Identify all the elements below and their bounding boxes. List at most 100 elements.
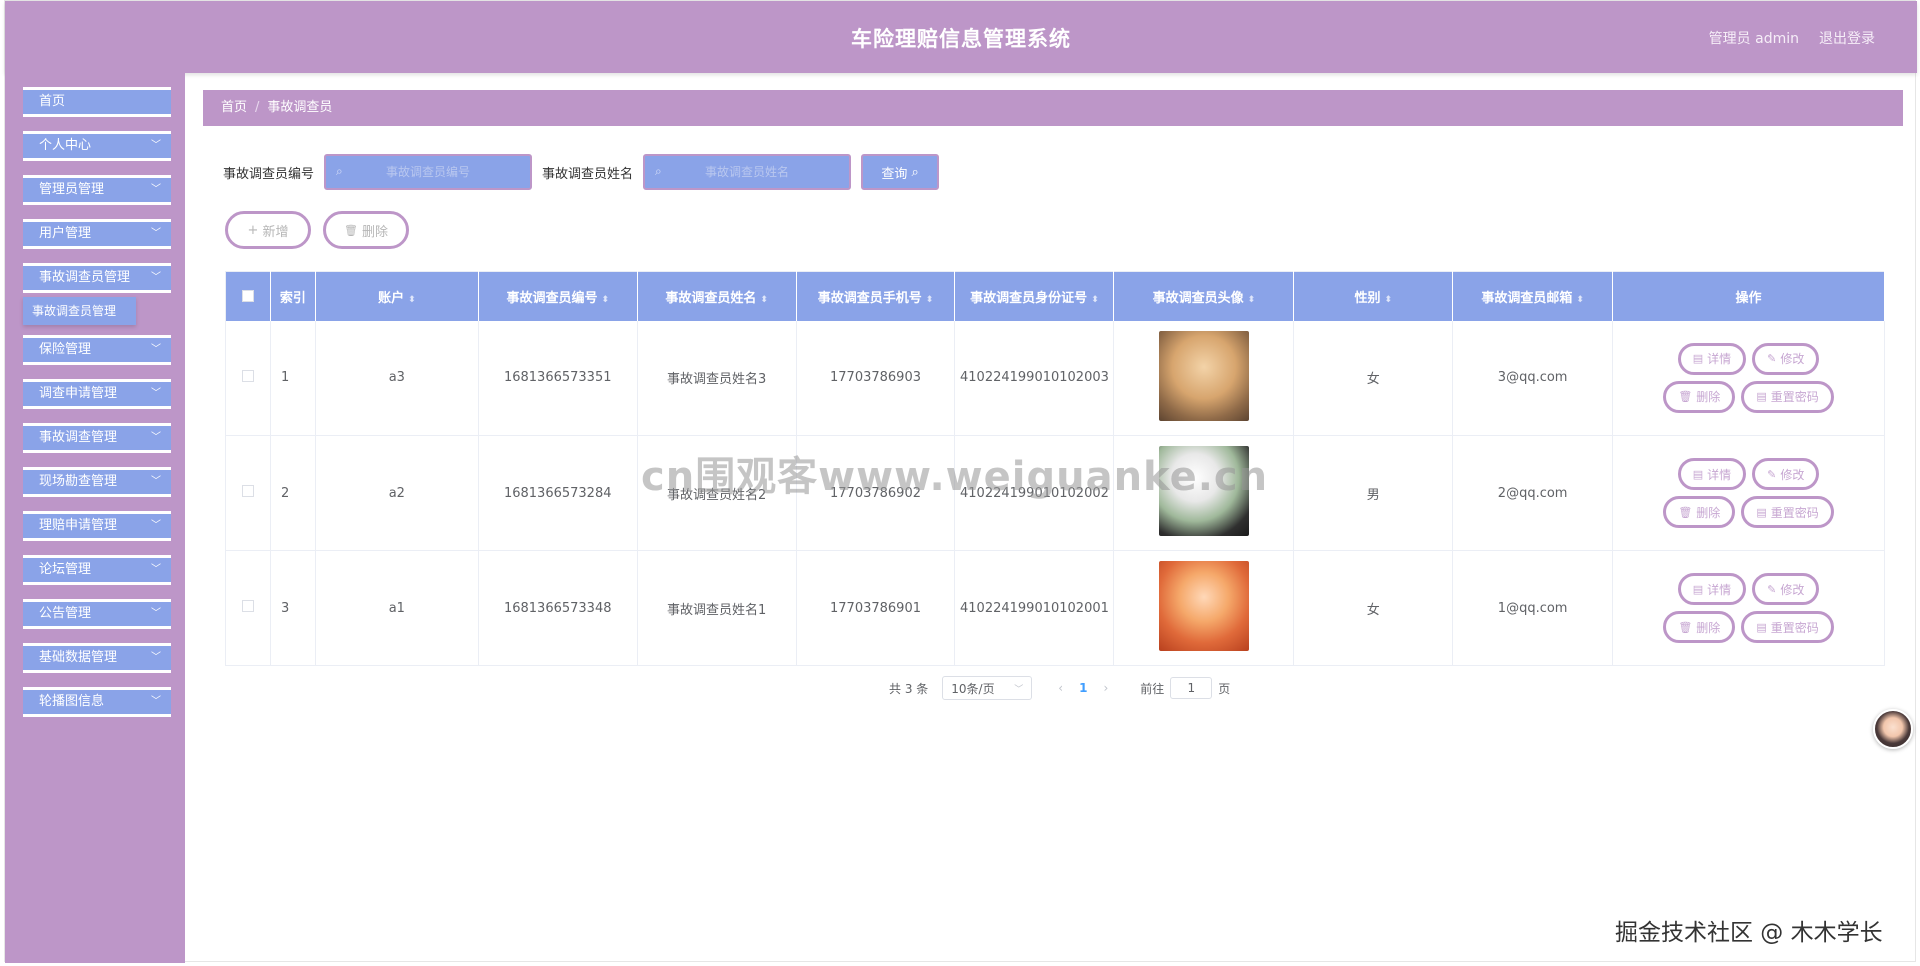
- query-button-label: 查询: [881, 166, 908, 182]
- search-name-label: 事故调查员姓名: [542, 166, 634, 182]
- current-page-number[interactable]: 1: [1079, 681, 1087, 695]
- sort-icon[interactable]: ⬍: [1576, 295, 1584, 305]
- sidebar-item-forum[interactable]: 论坛管理 ﹀: [23, 555, 171, 585]
- sidebar-item-notices[interactable]: 公告管理 ﹀: [23, 599, 171, 629]
- sidebar-item-profile[interactable]: 个人中心 ﹀: [23, 131, 171, 161]
- row-select-cell[interactable]: [225, 435, 271, 551]
- sidebar-item-accident-surveys[interactable]: 事故调查管理 ﹀: [23, 423, 171, 453]
- chevron-down-icon: ﹀: [151, 272, 161, 283]
- row-checkbox[interactable]: [241, 600, 254, 612]
- sidebar-item-label: 论坛管理: [39, 562, 92, 577]
- sidebar-item-site-inspections[interactable]: 现场勘查管理 ﹀: [23, 467, 171, 497]
- delete-button[interactable]: 🗑 删除: [1663, 496, 1736, 528]
- sort-icon[interactable]: ⬍: [1091, 295, 1099, 305]
- current-user: 管理员 admin: [1708, 31, 1799, 47]
- row-checkbox[interactable]: [241, 485, 254, 497]
- detail-button[interactable]: ▤ 详情: [1677, 342, 1747, 375]
- avatar-cell: [1113, 320, 1295, 436]
- table-header-row: 索引 账户 ⬍ 事故调查员编号 ⬍ 事故调查员姓名 ⬍ 事故调查员手机号 ⬍ 事故调查员…: [225, 271, 1885, 321]
- reset-password-button[interactable]: ▤ 重置密码: [1741, 496, 1834, 528]
- sidebar-item-base-data[interactable]: 基础数据管理 ﹀: [23, 643, 171, 673]
- next-page-button[interactable]: ›: [1103, 681, 1108, 695]
- search-icon: ⌕: [911, 164, 919, 180]
- bulk-delete-button[interactable]: 🗑 删除: [323, 211, 409, 249]
- search-id-input[interactable]: [326, 156, 531, 188]
- sort-icon[interactable]: ⬍: [601, 295, 609, 305]
- sort-icon[interactable]: ⬍: [408, 295, 416, 305]
- chevron-down-icon: ﹀: [151, 520, 161, 531]
- sidebar-item-carousel[interactable]: 轮播图信息 ﹀: [23, 687, 171, 717]
- column-header[interactable]: 事故调查员编号 ⬍: [478, 271, 638, 321]
- sidebar-item-admins[interactable]: 管理员管理 ﹀: [23, 175, 171, 205]
- column-header[interactable]: 事故调查员手机号 ⬍: [796, 271, 956, 321]
- prev-page-button[interactable]: ‹: [1058, 681, 1063, 695]
- sidebar-item-label: 首页: [39, 94, 66, 109]
- select-all-checkbox[interactable]: [241, 290, 254, 303]
- email-cell: 1@qq.com: [1452, 550, 1614, 666]
- logout-link[interactable]: 退出登录: [1819, 28, 1875, 48]
- detail-button[interactable]: ▤ 详情: [1677, 458, 1747, 490]
- sort-icon[interactable]: ⬍: [1385, 295, 1393, 305]
- plus-icon: +: [247, 222, 259, 238]
- app-title: 车险理赔信息管理系统: [851, 27, 1071, 51]
- sidebar-item-survey-requests[interactable]: 调查申请管理 ﹀: [23, 379, 171, 409]
- query-button[interactable]: 查询 ⌕: [861, 154, 940, 190]
- delete-button[interactable]: 🗑 删除: [1663, 380, 1736, 413]
- breadcrumb-home[interactable]: 首页: [221, 100, 247, 115]
- column-header[interactable]: 事故调查员头像 ⬍: [1113, 271, 1295, 321]
- chevron-down-icon: ﹀: [151, 344, 161, 355]
- page-size-select[interactable]: 10条/页 ﹀: [942, 676, 1033, 700]
- sort-icon[interactable]: ⬍: [760, 295, 768, 305]
- sidebar-item-claims[interactable]: 理赔申请管理 ﹀: [23, 511, 171, 541]
- submenu-item-investigators[interactable]: 事故调查员管理: [23, 297, 136, 325]
- sidebar-item-label: 保险管理: [39, 342, 92, 357]
- number-cell: 1681366573351: [478, 320, 638, 436]
- column-header[interactable]: 账户 ⬍: [315, 271, 479, 321]
- avatar-cell: [1113, 435, 1295, 551]
- row-select-cell[interactable]: [225, 550, 271, 666]
- column-header[interactable]: 事故调查员身份证号 ⬍: [954, 271, 1115, 321]
- search-id-label: 事故调查员编号: [223, 166, 315, 182]
- document-icon: ▤: [1756, 505, 1767, 519]
- avatar[interactable]: [1158, 446, 1249, 536]
- avatar[interactable]: [1158, 330, 1249, 421]
- sidebar-item-insurance[interactable]: 保险管理 ﹀: [23, 335, 171, 365]
- document-icon: ▤: [1692, 582, 1704, 596]
- document-icon: ▤: [1692, 467, 1704, 481]
- index-cell: 1: [270, 320, 316, 436]
- edit-button[interactable]: ✎ 修改: [1752, 458, 1820, 490]
- trash-icon: 🗑: [1678, 390, 1693, 404]
- reset-password-button[interactable]: ▤ 重置密码: [1741, 380, 1834, 413]
- sidebar-item-users[interactable]: 用户管理 ﹀: [23, 219, 171, 249]
- row-select-cell[interactable]: [225, 320, 271, 436]
- edit-button[interactable]: ✎ 修改: [1752, 573, 1820, 605]
- gender-cell: 女: [1293, 320, 1454, 436]
- number-cell: 1681366573348: [478, 550, 638, 666]
- delete-button[interactable]: 🗑 删除: [1663, 611, 1736, 643]
- sidebar-item-label: 理赔申请管理: [39, 518, 118, 533]
- watermark-corner: 掘金技术社区 @ 木木学长: [1615, 920, 1883, 946]
- sidebar-item-home[interactable]: 首页: [23, 87, 171, 117]
- sidebar-menu: 首页 个人中心 ﹀ 管理员管理 ﹀ 用户管理 ﹀ 事故调查员管理 ﹀ 事故调查员管理 保…: [23, 87, 171, 731]
- detail-button[interactable]: ▤ 详情: [1677, 573, 1747, 605]
- column-header[interactable]: 事故调查员姓名 ⬍: [637, 271, 797, 321]
- assistant-avatar[interactable]: [1873, 709, 1913, 749]
- phone-cell: 17703786902: [796, 435, 956, 551]
- reset-password-button[interactable]: ▤ 重置密码: [1741, 611, 1834, 643]
- goto-suffix: 页: [1218, 681, 1231, 696]
- column-header[interactable]: 性别 ⬍: [1293, 271, 1454, 321]
- goto-page-input[interactable]: 1: [1170, 677, 1213, 699]
- sort-icon[interactable]: ⬍: [926, 295, 934, 305]
- row-checkbox[interactable]: [241, 369, 254, 382]
- column-header: 操作: [1612, 271, 1885, 321]
- sidebar-item-investigators[interactable]: 事故调查员管理 ﹀: [23, 263, 171, 293]
- avatar[interactable]: [1158, 561, 1249, 651]
- chevron-down-icon: ﹀: [151, 140, 161, 151]
- column-header[interactable]: 事故调查员邮箱 ⬍: [1452, 271, 1614, 321]
- email-cell: 2@qq.com: [1452, 435, 1614, 551]
- edit-button[interactable]: ✎ 修改: [1752, 342, 1820, 375]
- sort-icon[interactable]: ⬍: [1248, 295, 1256, 305]
- add-button[interactable]: + 新增: [225, 211, 311, 249]
- select-all-cell[interactable]: [225, 271, 271, 321]
- search-name-input[interactable]: [645, 156, 850, 188]
